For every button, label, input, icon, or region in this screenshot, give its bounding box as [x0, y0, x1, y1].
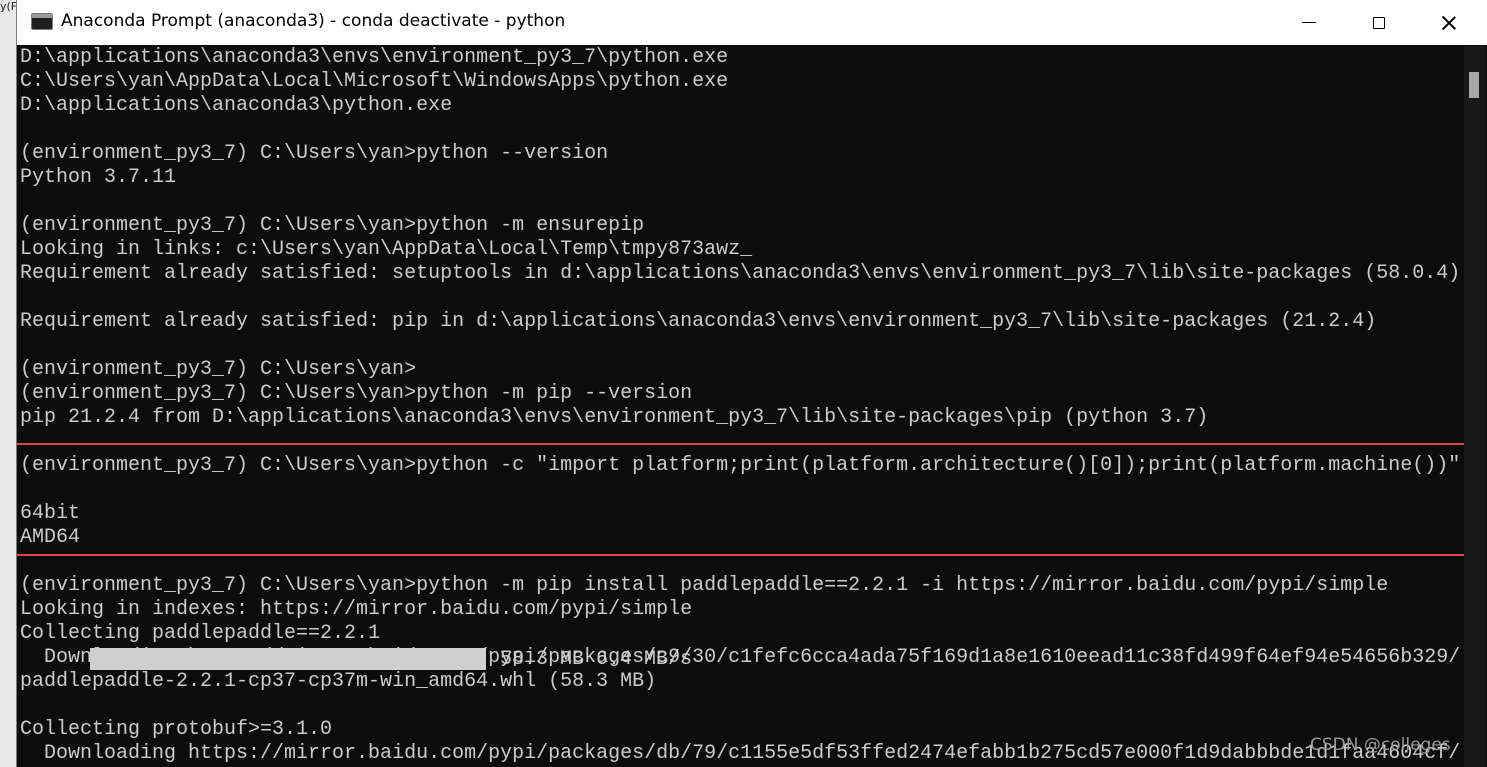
- console-line: D:\applications\anaconda3\envs\environme…: [20, 46, 729, 69]
- console-line: (environment_py3_7) C:\Users\yan>python …: [20, 214, 645, 237]
- console-line: (environment_py3_7) C:\Users\yan>python …: [20, 142, 609, 165]
- console-line: (environment_py3_7) C:\Users\yan>python …: [20, 454, 1460, 477]
- console-line: D:\applications\anaconda3\python.exe: [20, 94, 453, 117]
- download-progress-bar: [90, 648, 486, 670]
- vertical-scrollbar[interactable]: [1464, 46, 1486, 767]
- terminal-window: Anaconda Prompt (anaconda3) - conda deac…: [16, 0, 1487, 767]
- console-window-icon[interactable]: [31, 13, 53, 30]
- console-line: (environment_py3_7) C:\Users\yan>: [20, 358, 417, 381]
- close-button[interactable]: [1414, 0, 1484, 45]
- console-line: Looking in indexes: https://mirror.baidu…: [20, 598, 693, 621]
- background-window-text: y(Fi: [0, 0, 16, 13]
- minimize-icon: [1302, 22, 1316, 23]
- console-line: (environment_py3_7) C:\Users\yan>python …: [20, 382, 693, 405]
- console-line: Collecting protobuf>=3.1.0: [20, 718, 333, 741]
- download-progress-fill: [90, 648, 486, 670]
- title-bar[interactable]: Anaconda Prompt (anaconda3) - conda deac…: [17, 0, 1487, 45]
- console-line: pip 21.2.4 from D:\applications\anaconda…: [20, 406, 1209, 429]
- console-line: Python 3.7.11: [20, 166, 177, 189]
- console-line: (environment_py3_7) C:\Users\yan>python …: [20, 574, 1389, 597]
- console-line: Downloading https://mirror.baidu.com/pyp…: [20, 742, 1460, 765]
- console-line: Looking in links: c:\Users\yan\AppData\L…: [20, 238, 753, 261]
- scrollbar-thumb[interactable]: [1469, 72, 1479, 98]
- console-line: Requirement already satisfied: setuptool…: [20, 262, 1460, 285]
- minimize-button[interactable]: [1274, 0, 1344, 45]
- watermark: CSDN @colleges: [1310, 735, 1451, 755]
- console-line: 64bit: [20, 502, 81, 525]
- window-title: Anaconda Prompt (anaconda3) - conda deac…: [61, 11, 566, 31]
- console-line: Collecting paddlepaddle==2.2.1: [20, 622, 381, 645]
- console-line: paddlepaddle-2.2.1-cp37-cp37m-win_amd64.…: [20, 670, 657, 693]
- maximize-button[interactable]: [1344, 0, 1414, 45]
- close-icon: [1441, 15, 1457, 31]
- maximize-icon: [1373, 16, 1385, 29]
- console-line: Requirement already satisfied: pip in d:…: [20, 310, 1377, 333]
- background-window-strip: y(Fi: [0, 0, 16, 767]
- console-line: AMD64: [20, 526, 81, 549]
- console-line: C:\Users\yan\AppData\Local\Microsoft\Win…: [20, 70, 729, 93]
- download-progress-text: 58.3 MB 6.4 MB/s: [500, 648, 693, 671]
